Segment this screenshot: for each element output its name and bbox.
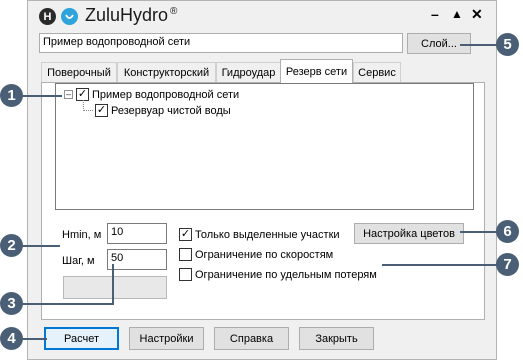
callout-marker-7: 7 [496,253,519,276]
hmin-input[interactable]: 10 [107,223,167,244]
layer-name-field[interactable]: Пример водопроводной сети [39,33,403,53]
color-settings-button[interactable]: Настройка цветов [354,223,464,244]
collapse-icon[interactable]: – [64,90,73,99]
selected-only-label[interactable]: Только выделенные участки [195,229,340,241]
minimize-button[interactable]: – [431,6,439,22]
callout-marker-5: 5 [496,33,519,56]
callout-line-7 [382,264,500,266]
callout-line-2 [22,245,60,247]
callout-marker-3: 3 [0,292,23,315]
callout-line-5 [460,44,500,46]
tab-service[interactable]: Сервис [353,62,401,82]
tab-network-reserve[interactable]: Резерв сети [280,59,353,83]
callout-marker-4: 4 [0,327,23,350]
callout-marker-1: 1 [0,84,23,107]
callout-line-1 [22,95,62,97]
tree-root-label[interactable]: Пример водопроводной сети [92,89,239,101]
network-tree[interactable] [55,83,474,210]
calculate-button[interactable]: Расчет [44,327,119,350]
speed-limit-checkbox[interactable] [179,248,192,261]
logo-letter: H [43,10,52,23]
app-title: ZuluHydro ® [85,5,177,26]
h-logo-icon: H [39,8,56,25]
close-window-button[interactable]: ✕ [471,6,483,23]
callout-line-3-vertical [112,264,114,305]
registered-mark: ® [170,6,178,17]
callout-line-6 [460,231,500,233]
hmin-label: Hmin, м [62,229,102,241]
tab-verification[interactable]: Поверочный [41,62,117,82]
callout-marker-6: 6 [496,220,519,243]
loss-limit-checkbox[interactable] [179,268,192,281]
settings-button[interactable]: Настройки [129,327,204,350]
step-label: Шаг, м [62,255,95,267]
blank-button[interactable] [63,276,167,299]
help-button[interactable]: Справка [214,327,289,350]
tab-water-hammer[interactable]: Гидроудар [216,62,281,82]
loss-limit-label[interactable]: Ограничение по удельным потерям [195,269,377,281]
tree-connector-h [83,110,93,111]
close-button[interactable]: Закрыть [299,327,374,350]
speed-limit-label[interactable]: Ограничение по скоростям [195,249,333,261]
tree-child-label[interactable]: Резервуар чистой воды [111,105,231,117]
tree-child-checkbox[interactable]: ✓ [95,104,108,117]
callout-marker-2: 2 [0,234,23,257]
app-title-text: ZuluHydro [85,5,169,25]
zulu-logo-icon [61,8,78,25]
maximize-button[interactable]: ▲ [451,7,463,21]
selected-only-checkbox[interactable]: ✓ [179,228,192,241]
smile-icon [65,14,74,19]
callout-line-3 [22,303,114,305]
tab-design[interactable]: Конструкторский [117,62,216,82]
callout-line-4 [22,338,47,340]
step-input[interactable]: 50 [107,249,167,270]
